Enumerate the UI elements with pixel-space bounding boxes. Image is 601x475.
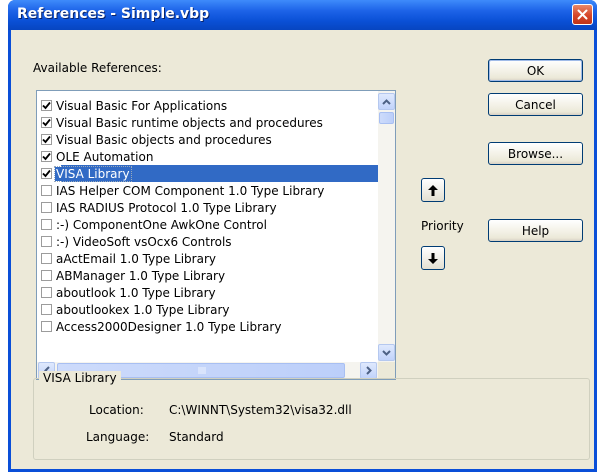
reference-checkbox[interactable]	[41, 202, 52, 213]
priority-up-button[interactable]	[421, 178, 445, 202]
reference-label: VISA Library	[54, 165, 132, 182]
reference-checkbox[interactable]	[41, 185, 52, 196]
available-references-label: Available References:	[33, 61, 162, 75]
reference-item[interactable]: Access2000Designer 1.0 Type Library	[37, 318, 384, 335]
reference-label: Visual Basic runtime objects and procedu…	[56, 115, 323, 130]
reference-checkbox[interactable]	[41, 321, 52, 332]
reference-label: Visual Basic For Applications	[56, 98, 228, 113]
checkmark-icon	[42, 169, 51, 178]
reference-checkbox[interactable]	[41, 134, 52, 145]
language-value: Standard	[169, 430, 224, 444]
reference-item[interactable]: IAS Helper COM Component 1.0 Type Librar…	[37, 182, 384, 199]
reference-item[interactable]: aActEmail 1.0 Type Library	[37, 250, 384, 267]
scrollbar-corner	[378, 362, 395, 379]
arrow-up-icon	[428, 184, 438, 196]
reference-checkbox[interactable]	[41, 168, 52, 179]
reference-label: OLE Automation	[56, 149, 154, 164]
location-value: C:\WINNT\System32\visa32.dll	[169, 403, 352, 417]
reference-checkbox[interactable]	[41, 287, 52, 298]
reference-checkbox[interactable]	[41, 151, 52, 162]
dialog-body: Available References: Visual Basic For A…	[11, 30, 594, 469]
reference-label: Access2000Designer 1.0 Type Library	[56, 319, 282, 334]
help-button[interactable]: Help	[488, 219, 583, 242]
checkmark-icon	[42, 101, 51, 110]
priority-label: Priority	[421, 219, 464, 233]
references-rows: Visual Basic For Applications Visual Basi…	[37, 97, 384, 335]
reference-checkbox[interactable]	[41, 253, 52, 264]
chevron-up-icon	[382, 98, 391, 105]
reference-checkbox[interactable]	[41, 236, 52, 247]
reference-item[interactable]: Visual Basic runtime objects and procedu…	[37, 114, 384, 131]
reference-item[interactable]: aboutlookex 1.0 Type Library	[37, 301, 384, 318]
grip-icon	[198, 367, 206, 374]
close-icon	[577, 9, 588, 20]
reference-label: IAS Helper COM Component 1.0 Type Librar…	[56, 183, 325, 198]
references-list[interactable]: Visual Basic For Applications Visual Basi…	[36, 90, 396, 380]
reference-checkbox[interactable]	[41, 219, 52, 230]
details-group-title: VISA Library	[39, 371, 121, 385]
language-label: Language:	[86, 430, 150, 444]
reference-label: :-) ComponentOne AwkOne Control	[56, 217, 267, 232]
vertical-scroll-thumb[interactable]	[379, 112, 394, 124]
reference-item[interactable]: ABManager 1.0 Type Library	[37, 267, 384, 284]
vertical-scrollbar[interactable]	[378, 91, 395, 362]
arrow-down-icon	[428, 252, 438, 264]
reference-item[interactable]: Visual Basic objects and procedures	[37, 131, 384, 148]
reference-label: IAS RADIUS Protocol 1.0 Type Library	[56, 200, 277, 215]
reference-label: aboutlookex 1.0 Type Library	[56, 302, 230, 317]
scroll-down-button[interactable]	[378, 344, 395, 361]
reference-label: :-) VideoSoft vsOcx6 Controls	[56, 234, 232, 249]
chevron-down-icon	[382, 349, 391, 356]
reference-item[interactable]: Visual Basic For Applications	[37, 97, 384, 114]
reference-checkbox[interactable]	[41, 304, 52, 315]
location-label: Location:	[89, 403, 144, 417]
details-group	[33, 378, 590, 460]
checkmark-icon	[42, 152, 51, 161]
ok-button[interactable]: OK	[488, 59, 583, 82]
reference-label: Visual Basic objects and procedures	[56, 132, 272, 147]
scroll-right-button[interactable]	[360, 362, 377, 379]
window-title: References - Simple.vbp	[17, 6, 210, 22]
reference-item[interactable]: aboutlook 1.0 Type Library	[37, 284, 384, 301]
browse-button[interactable]: Browse...	[488, 142, 583, 165]
reference-checkbox[interactable]	[41, 117, 52, 128]
reference-item[interactable]: :-) VideoSoft vsOcx6 Controls	[37, 233, 384, 250]
scroll-up-button[interactable]	[378, 93, 395, 110]
reference-item[interactable]: OLE Automation	[37, 148, 384, 165]
reference-label: aActEmail 1.0 Type Library	[56, 251, 216, 266]
close-button[interactable]	[572, 4, 593, 25]
reference-checkbox[interactable]	[41, 270, 52, 281]
reference-checkbox[interactable]	[41, 100, 52, 111]
priority-down-button[interactable]	[421, 246, 445, 270]
reference-item[interactable]: VISA Library	[37, 165, 384, 182]
references-dialog: References - Simple.vbp Available Refere…	[8, 0, 597, 472]
checkmark-icon	[42, 135, 51, 144]
cancel-button[interactable]: Cancel	[488, 93, 583, 116]
reference-label: ABManager 1.0 Type Library	[56, 268, 226, 283]
checkmark-icon	[42, 118, 51, 127]
reference-item[interactable]: IAS RADIUS Protocol 1.0 Type Library	[37, 199, 384, 216]
chevron-right-icon	[365, 366, 372, 375]
reference-item[interactable]: :-) ComponentOne AwkOne Control	[37, 216, 384, 233]
reference-label: aboutlook 1.0 Type Library	[56, 285, 216, 300]
title-bar[interactable]: References - Simple.vbp	[8, 0, 597, 30]
